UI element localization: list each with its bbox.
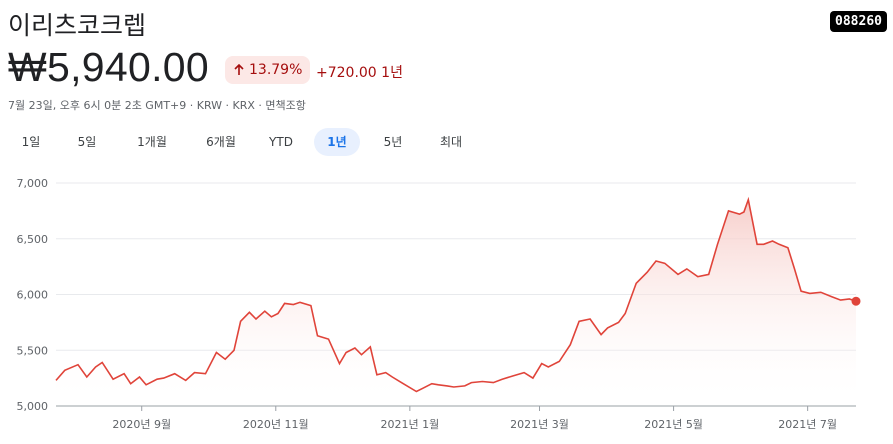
x-axis: 2020년 9월 2020년 11월 2021년 1월 2021년 3월 2021년 5… (112, 406, 837, 431)
change-percent-badge: 13.79% (225, 56, 311, 84)
tab-1m[interactable]: 1개월 (124, 128, 180, 156)
x-tick-label: 2020년 9월 (112, 418, 171, 431)
y-axis: 7,000 6,500 6,000 5,500 5,000 (17, 177, 49, 413)
y-tick-label: 5,000 (17, 400, 49, 413)
x-tick-label: 2021년 7월 (778, 418, 837, 431)
tab-1d[interactable]: 1일 (8, 128, 54, 156)
tab-6m[interactable]: 6개월 (192, 128, 250, 156)
x-tick-label: 2021년 3월 (510, 418, 569, 431)
tab-1y[interactable]: 1년 (314, 128, 360, 156)
tab-5y[interactable]: 5년 (370, 128, 416, 156)
arrow-up-icon (233, 64, 245, 76)
quote-meta: 7월 23일, 오후 6시 0분 2초 GMT+9 · KRW · KRX · … (8, 99, 306, 112)
stock-name: 이리츠코크렙 (8, 11, 147, 40)
current-price: ₩5,940.00 (8, 44, 209, 90)
price-chart[interactable]: 7,0006,5006,0005,5005,000 2020년 9월 2020년 … (0, 165, 893, 444)
x-tick-label: 2020년 11월 (243, 418, 309, 431)
x-tick-label: 2021년 1월 (380, 418, 439, 431)
tab-max[interactable]: 최대 (428, 128, 474, 156)
change-percent: 13.79% (249, 62, 303, 78)
ticker-badge: 088260 (830, 11, 887, 32)
y-tick-label: 7,000 (17, 177, 49, 190)
y-tick-label: 5,500 (17, 344, 49, 357)
x-tick-label: 2021년 5월 (644, 418, 703, 431)
tab-ytd[interactable]: YTD (258, 128, 304, 156)
change-absolute: +720.00 1년 (316, 65, 403, 81)
tab-5d[interactable]: 5일 (64, 128, 110, 156)
last-price-point (851, 296, 861, 306)
y-tick-label: 6,000 (17, 289, 49, 302)
y-tick-label: 6,500 (17, 233, 49, 246)
